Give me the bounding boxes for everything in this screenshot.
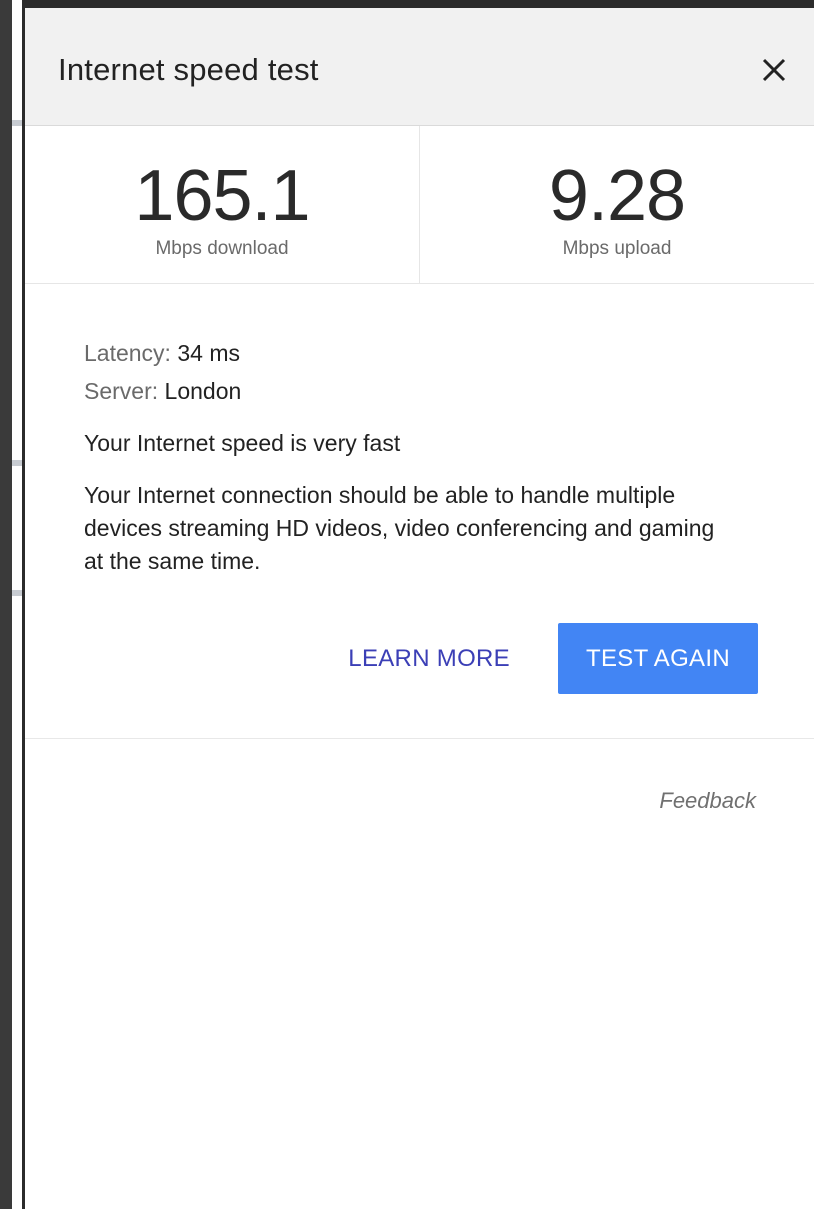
server-value: London <box>164 378 242 404</box>
download-result: 165.1 Mbps download <box>25 126 419 283</box>
server-line: Server: London <box>84 372 814 410</box>
test-again-button[interactable]: TEST AGAIN <box>558 623 758 694</box>
download-value: 165.1 <box>134 156 310 236</box>
upload-unit: Mbps upload <box>562 238 672 259</box>
dialog-header: Internet speed test <box>25 8 814 126</box>
latency-line: Latency: 34 ms <box>84 334 814 372</box>
test-details: Latency: 34 ms Server: London Your Inter… <box>25 284 814 739</box>
close-icon <box>762 58 786 82</box>
upload-value: 9.28 <box>548 156 686 236</box>
latency-label: Latency: <box>84 340 171 366</box>
speed-test-dialog: Internet speed test 165.1 Mbps download … <box>22 0 814 1209</box>
feedback-link[interactable]: Feedback <box>659 788 756 814</box>
background-window-edge <box>0 0 12 1209</box>
speed-results: 165.1 Mbps download 9.28 Mbps upload <box>25 126 814 284</box>
speed-summary: Your Internet speed is very fast <box>84 430 401 456</box>
download-unit: Mbps download <box>155 238 289 259</box>
latency-value: 34 ms <box>177 340 240 366</box>
server-label: Server: <box>84 378 159 404</box>
dialog-title: Internet speed test <box>58 52 319 87</box>
learn-more-link[interactable]: LEARN MORE <box>348 645 510 673</box>
dialog-actions: LEARN MORE TEST AGAIN <box>348 623 758 694</box>
speed-description: Your Internet connection should be able … <box>84 482 715 574</box>
screen: Internet speed test 165.1 Mbps download … <box>0 0 814 1209</box>
upload-result: 9.28 Mbps upload <box>419 126 814 283</box>
close-button[interactable] <box>754 50 794 90</box>
